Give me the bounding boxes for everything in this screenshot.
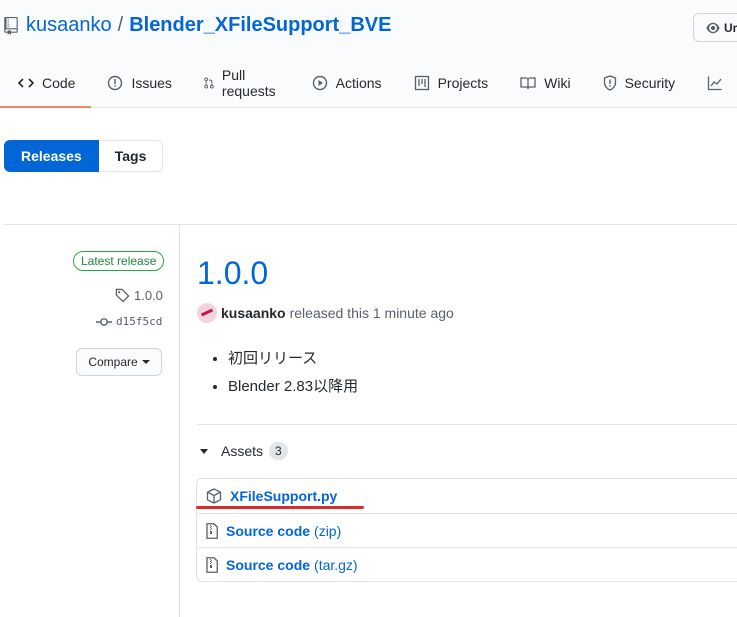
tag-icon	[115, 288, 130, 303]
compare-label: Compare	[88, 355, 138, 369]
released-time-text: released this 1 minute ago	[289, 305, 454, 321]
tab-pull-requests[interactable]: Pull requests	[188, 60, 296, 106]
tab-insights[interactable]	[691, 60, 737, 106]
divider	[4, 224, 737, 225]
repo-owner-link[interactable]: kusaanko	[26, 14, 112, 37]
project-icon	[414, 75, 429, 91]
tab-wiki[interactable]: Wiki	[504, 60, 586, 106]
release-subnav: Releases Tags	[4, 140, 164, 172]
asset-list: XFileSupport.py Source code (zip) Source…	[196, 478, 737, 582]
avatar[interactable]	[197, 303, 217, 323]
release-author-link[interactable]: kusaanko	[221, 305, 286, 321]
commit-icon	[96, 317, 112, 326]
tab-label: Actions	[335, 75, 382, 91]
book-icon	[520, 77, 536, 90]
tags-tab-button[interactable]: Tags	[98, 140, 164, 172]
divider	[197, 424, 737, 425]
releases-tab-button[interactable]: Releases	[4, 140, 99, 172]
issue-icon	[108, 75, 123, 91]
asset-format: (tar.gz)	[314, 556, 358, 573]
asset-format: (zip)	[314, 522, 342, 539]
tab-label: Code	[42, 75, 76, 91]
asset-row[interactable]: Source code (zip)	[197, 513, 737, 547]
tab-label: Wiki	[544, 75, 571, 91]
repo-title: kusaanko / Blender_XFileSupport_BVE	[4, 14, 391, 37]
watch-label: Ur	[724, 20, 737, 35]
repo-header: kusaanko / Blender_XFileSupport_BVE Ur C…	[0, 0, 737, 108]
pull-request-icon	[204, 77, 214, 89]
annotation-underline	[196, 506, 364, 509]
file-zip-icon	[206, 522, 218, 539]
shield-icon	[603, 75, 616, 91]
compare-button[interactable]: Compare	[76, 348, 162, 376]
play-icon	[312, 75, 327, 91]
tab-label: Pull requests	[221, 67, 276, 99]
list-item: Blender 2.83以降用	[228, 377, 358, 397]
file-zip-icon	[206, 556, 218, 573]
repo-icon	[4, 16, 18, 35]
assets-count-badge: 3	[269, 442, 288, 460]
tab-label: Issues	[131, 75, 172, 91]
tab-label: Projects	[437, 75, 489, 91]
tab-security[interactable]: Security	[587, 60, 692, 106]
asset-link[interactable]: XFileSupport.py	[230, 488, 337, 504]
release-author-line: kusaanko released this 1 minute ago	[197, 303, 454, 323]
asset-link[interactable]: Source code	[226, 557, 310, 573]
watch-button[interactable]: Ur	[693, 13, 737, 42]
caret-down-icon	[141, 360, 150, 364]
asset-row[interactable]: Source code (tar.gz)	[197, 547, 737, 581]
assets-label: Assets	[221, 443, 264, 459]
assets-toggle[interactable]: Assets 3	[200, 442, 288, 460]
tab-issues[interactable]: Issues	[91, 60, 187, 106]
release-tag-label: 1.0.0	[134, 288, 163, 303]
code-icon	[18, 78, 34, 88]
package-icon	[206, 488, 222, 504]
repo-name-link[interactable]: Blender_XFileSupport_BVE	[129, 14, 391, 37]
tab-label: Security	[624, 75, 676, 91]
tab-code[interactable]: Code	[0, 60, 92, 108]
repo-tabs: Code Issues Pull requests Actions Projec…	[0, 60, 737, 108]
list-item: 初回リリース	[228, 349, 358, 369]
triangle-down-icon	[200, 448, 208, 454]
tab-actions[interactable]: Actions	[296, 60, 398, 106]
release-notes: 初回リリース Blender 2.83以降用	[228, 349, 358, 405]
repo-separator: /	[117, 14, 124, 36]
graph-icon	[708, 76, 722, 91]
release-commit-sha: d15f5cd	[116, 315, 163, 328]
tab-projects[interactable]: Projects	[398, 60, 505, 106]
eye-icon	[706, 22, 720, 33]
release-title[interactable]: 1.0.0	[197, 255, 268, 292]
release-tag[interactable]: 1.0.0	[115, 288, 163, 303]
release-sidebar-divider	[179, 225, 180, 617]
asset-link[interactable]: Source code	[226, 523, 310, 539]
latest-release-badge: Latest release	[73, 251, 165, 271]
release-commit[interactable]: d15f5cd	[96, 315, 162, 328]
